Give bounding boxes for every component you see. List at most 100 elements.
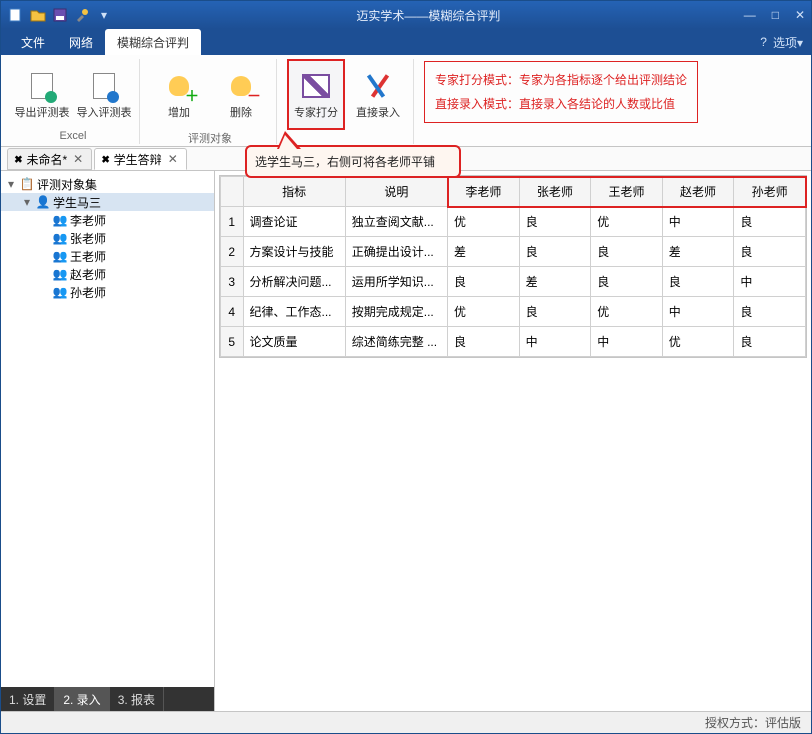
cell-score[interactable]: 差 — [519, 267, 591, 297]
cell-desc[interactable]: 运用所学知识... — [345, 267, 447, 297]
collapse-icon[interactable]: ▾ — [5, 177, 17, 191]
cell-score[interactable]: 良 — [591, 237, 663, 267]
import-sheet-label: 导入评测表 — [77, 104, 132, 120]
cell-desc[interactable]: 正确提出设计... — [345, 237, 447, 267]
cell-score[interactable]: 良 — [448, 327, 520, 357]
collapse-icon[interactable]: ▾ — [21, 195, 33, 209]
menu-file[interactable]: 文件 — [9, 29, 57, 55]
close-button[interactable]: ✕ — [795, 8, 805, 22]
tree-root[interactable]: ▾ 📋 评测对象集 — [1, 175, 214, 193]
close-icon[interactable]: ✕ — [71, 152, 85, 166]
cell-score[interactable]: 良 — [662, 267, 734, 297]
tree-teacher[interactable]: 👥赵老师 — [1, 265, 214, 283]
ribbon-group-subject: ＋ 增加 － 删除 评测对象 — [144, 59, 277, 144]
cell-desc[interactable]: 独立查阅文献... — [345, 207, 447, 237]
cell-score[interactable]: 差 — [662, 237, 734, 267]
table-row: 1调查论证独立查阅文献...优良优中良 — [221, 207, 806, 237]
ribbon: 导出评测表 导入评测表 Excel ＋ 增加 － 删除 评测对象 — [1, 55, 811, 147]
cell-indicator[interactable]: 分析解决问题... — [243, 267, 345, 297]
tree-teacher[interactable]: 👥李老师 — [1, 211, 214, 229]
qat-tools-icon[interactable] — [73, 6, 91, 24]
menu-network[interactable]: 网络 — [57, 29, 105, 55]
col-teacher: 赵老师 — [662, 177, 734, 207]
qat-new-icon[interactable] — [7, 6, 25, 24]
row-number: 2 — [221, 237, 244, 267]
cell-score[interactable]: 良 — [519, 237, 591, 267]
cell-score[interactable]: 中 — [734, 267, 806, 297]
cell-desc[interactable]: 按期完成规定... — [345, 297, 447, 327]
maximize-button[interactable]: □ — [772, 8, 779, 22]
bottom-subtabs: 1. 设置 2. 录入 3. 报表 — [1, 687, 214, 711]
direct-input-label: 直接录入 — [356, 104, 400, 120]
tree-teacher-label: 孙老师 — [70, 284, 106, 301]
subtab-report[interactable]: 3. 报表 — [110, 687, 164, 711]
cell-score[interactable]: 良 — [519, 207, 591, 237]
doc-tab-student[interactable]: 🞮 学生答辩 ✕ — [94, 148, 187, 170]
tree-student-label: 学生马三 — [53, 194, 101, 211]
qat-more-icon[interactable]: ▾ — [95, 6, 113, 24]
delete-subject-button[interactable]: － 删除 — [212, 59, 270, 130]
cell-score[interactable]: 优 — [662, 327, 734, 357]
table-row: 2方案设计与技能正确提出设计...差良良差良 — [221, 237, 806, 267]
col-teacher: 王老师 — [591, 177, 663, 207]
cell-score[interactable]: 差 — [448, 237, 520, 267]
cell-indicator[interactable]: 调查论证 — [243, 207, 345, 237]
cell-score[interactable]: 中 — [591, 327, 663, 357]
window-title: 迈实学术——模糊综合评判 — [113, 7, 744, 24]
row-number: 5 — [221, 327, 244, 357]
title-bar: ▾ 迈实学术——模糊综合评判 — □ ✕ — [1, 1, 811, 29]
cell-score[interactable]: 良 — [519, 297, 591, 327]
cell-score[interactable]: 良 — [734, 207, 806, 237]
tree-root-label: 评测对象集 — [37, 176, 97, 193]
export-sheet-button[interactable]: 导出评测表 — [13, 59, 71, 130]
cell-score[interactable]: 优 — [591, 297, 663, 327]
callout-text: 选学生马三，右侧可将各老师平铺 — [255, 155, 435, 169]
tree-teacher-label: 李老师 — [70, 212, 106, 229]
subtab-input[interactable]: 2. 录入 — [55, 687, 109, 711]
cell-indicator[interactable]: 纪律、工作态... — [243, 297, 345, 327]
cell-score[interactable]: 中 — [662, 297, 734, 327]
import-sheet-button[interactable]: 导入评测表 — [75, 59, 133, 130]
col-teacher: 李老师 — [448, 177, 520, 207]
table-row: 3分析解决问题...运用所学知识...良差良良中 — [221, 267, 806, 297]
tree-teacher[interactable]: 👥孙老师 — [1, 283, 214, 301]
tree-teacher-label: 赵老师 — [70, 266, 106, 283]
cell-score[interactable]: 良 — [734, 327, 806, 357]
cell-score[interactable]: 优 — [448, 297, 520, 327]
tree-student[interactable]: ▾ 👤 学生马三 — [1, 193, 214, 211]
person-small-icon: 👥 — [53, 249, 67, 263]
cell-score[interactable]: 良 — [591, 267, 663, 297]
qat-open-icon[interactable] — [29, 6, 47, 24]
add-subject-label: 增加 — [168, 104, 190, 120]
cell-score[interactable]: 中 — [662, 207, 734, 237]
expert-score-button[interactable]: 专家打分 — [287, 59, 345, 130]
ribbon-group-excel-label: Excel — [60, 130, 87, 144]
col-teacher: 张老师 — [519, 177, 591, 207]
menu-fuzzy[interactable]: 模糊综合评判 — [105, 29, 201, 55]
subtab-settings[interactable]: 1. 设置 — [1, 687, 55, 711]
cell-indicator[interactable]: 论文质量 — [243, 327, 345, 357]
cell-score[interactable]: 优 — [591, 207, 663, 237]
delete-subject-label: 删除 — [230, 104, 252, 120]
doc-tab-unnamed[interactable]: 🞮 未命名* ✕ — [7, 148, 92, 170]
add-subject-button[interactable]: ＋ 增加 — [150, 59, 208, 130]
qat-save-icon[interactable] — [51, 6, 69, 24]
cell-score[interactable]: 良 — [734, 297, 806, 327]
ribbon-group-excel: 导出评测表 导入评测表 Excel — [7, 59, 140, 144]
cell-score[interactable]: 良 — [448, 267, 520, 297]
checklist-icon: 📋 — [20, 177, 34, 191]
tree-teacher[interactable]: 👥王老师 — [1, 247, 214, 265]
cell-indicator[interactable]: 方案设计与技能 — [243, 237, 345, 267]
minimize-button[interactable]: — — [744, 8, 756, 22]
grid-corner — [221, 177, 244, 207]
direct-input-button[interactable]: 直接录入 — [349, 59, 407, 130]
options-button[interactable]: 选项▾ — [773, 34, 803, 51]
cube-icon: 🞮 — [14, 152, 22, 167]
cell-score[interactable]: 良 — [734, 237, 806, 267]
cell-score[interactable]: 中 — [519, 327, 591, 357]
close-icon[interactable]: ✕ — [166, 152, 180, 166]
cell-desc[interactable]: 综述简练完整 ... — [345, 327, 447, 357]
tree-teacher[interactable]: 👥张老师 — [1, 229, 214, 247]
help-button[interactable]: ? — [760, 35, 767, 49]
cell-score[interactable]: 优 — [448, 207, 520, 237]
